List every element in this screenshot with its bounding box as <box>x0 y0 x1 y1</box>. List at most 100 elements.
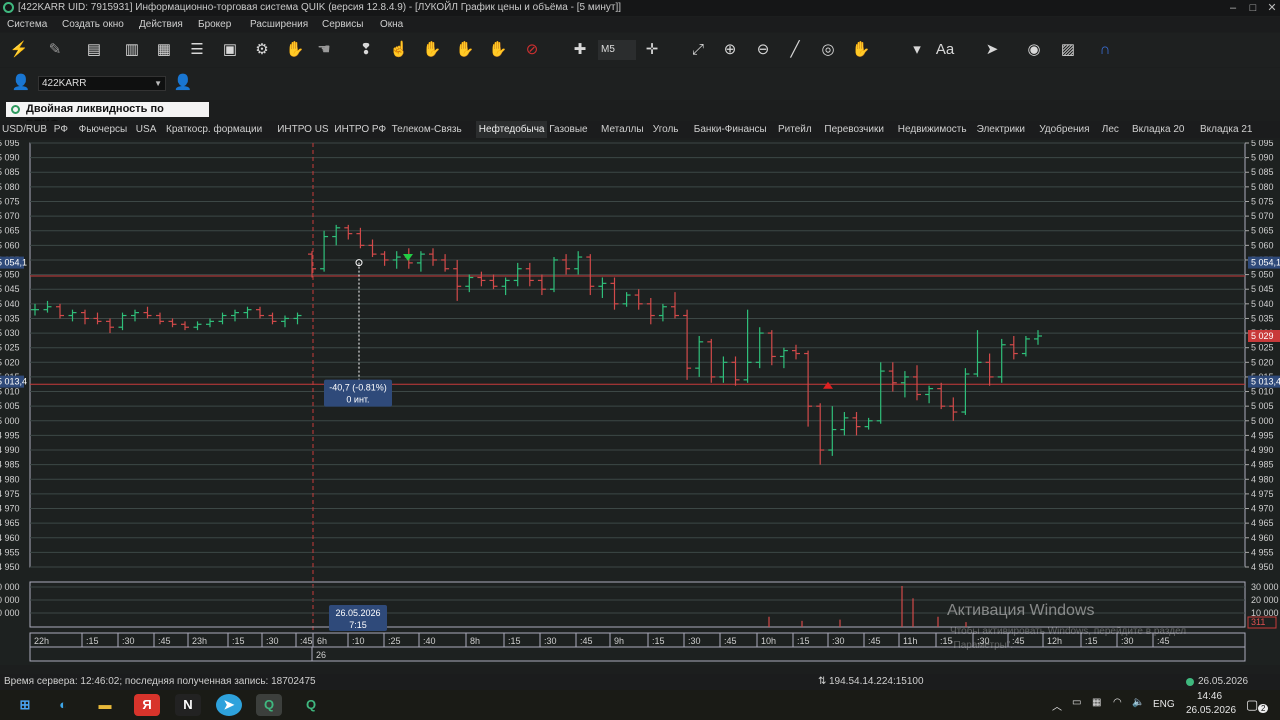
menu-actions[interactable]: Действия <box>139 17 183 32</box>
time-label: 11h <box>903 636 917 646</box>
tab-11[interactable]: Уголь <box>653 121 679 138</box>
price-label-right: 5 085 <box>1251 167 1274 177</box>
clock-date[interactable]: 26.05.2026 <box>1186 705 1236 716</box>
stop-icon[interactable]: ✋ <box>421 39 443 61</box>
menu-windows[interactable]: Окна <box>380 17 403 32</box>
tab-4[interactable]: Краткоср. формации <box>166 121 262 138</box>
tab-19[interactable]: Вкладка 20 <box>1132 121 1184 138</box>
tab-3[interactable]: USA <box>136 121 157 138</box>
new-table-icon[interactable]: ▤ <box>83 39 105 61</box>
menu-extensions[interactable]: Расширения <box>250 17 308 32</box>
menu-create-window[interactable]: Создать окно <box>62 17 124 32</box>
text-size-icon[interactable]: Aa <box>932 39 958 61</box>
start-icon[interactable]: ⊞ <box>12 694 38 716</box>
fullscreen-icon[interactable]: ⤢ <box>687 39 709 61</box>
tab-15[interactable]: Недвижимость <box>898 121 967 138</box>
chevron-down-icon[interactable]: ▾ <box>906 39 928 61</box>
volume-icon: 🔈 <box>1132 697 1145 708</box>
price-pane[interactable] <box>29 142 1246 568</box>
measure-change-label: -40,7 (-0.81%) <box>329 383 387 393</box>
volume-label-left: 0 000 <box>0 608 20 618</box>
tray-chevron-icon[interactable]: ︿ <box>1052 698 1062 713</box>
connect-icon[interactable]: ✎ <box>44 39 66 61</box>
sell-icon[interactable]: ☝ <box>388 39 410 61</box>
zoom-out-icon[interactable]: ⊖ <box>752 39 774 61</box>
quik-taskbar-icon-2[interactable]: Q <box>298 694 324 716</box>
pause-icon[interactable]: ✋ <box>454 39 476 61</box>
tab-20[interactable]: Вкладка 21 <box>1200 121 1252 138</box>
volume-label-left: 0 000 <box>0 582 20 592</box>
chart-area[interactable]: 5 095 5 095 5 090 5 090 5 085 5 085 5 080 5 080… <box>0 138 1280 665</box>
edge-icon[interactable]: ◐ <box>50 694 76 716</box>
menu-services[interactable]: Сервисы <box>322 17 363 32</box>
hand-icon[interactable]: ✋ <box>850 39 872 61</box>
chart-icon[interactable]: ▥ <box>121 39 143 61</box>
magnet-icon[interactable]: ∩ <box>1094 39 1116 61</box>
telegram-icon[interactable]: ➤ <box>216 694 242 716</box>
menu-system[interactable]: Система <box>7 17 47 32</box>
tab-17[interactable]: Удобрения <box>1039 121 1089 138</box>
minimize-button[interactable]: ‒ <box>1225 0 1241 16</box>
yandex-icon[interactable]: Я <box>134 694 160 716</box>
buy-signal-marker[interactable] <box>823 381 833 389</box>
tab-9[interactable]: Газовые <box>549 121 587 138</box>
clock-time[interactable]: 14:46 <box>1197 691 1222 702</box>
price-chart[interactable]: 5 095 5 095 5 090 5 090 5 085 5 085 5 080 5 080… <box>0 138 1280 665</box>
interval-select[interactable]: M5 <box>598 40 636 60</box>
price-badge-left-label: 5 054,1 <box>0 258 27 268</box>
tab-12[interactable]: Банки-Финансы <box>694 121 767 138</box>
price-label-left: 5 025 <box>0 343 20 353</box>
measure-start-point[interactable] <box>355 259 363 267</box>
notion-icon[interactable]: N <box>175 694 201 716</box>
ruler-icon[interactable]: ╱ <box>784 39 806 61</box>
price-label-right: 4 980 <box>1251 474 1274 484</box>
price-label-left: 4 965 <box>0 518 20 528</box>
grid-icon[interactable]: ▨ <box>1057 39 1079 61</box>
tab-8[interactable]: Нефтедобыча <box>475 121 548 138</box>
tab-18[interactable]: Лес <box>1102 121 1119 138</box>
price-badge-right-label: 5 013,4 <box>1251 377 1280 387</box>
notice-banner[interactable]: Двойная ликвидность по БПИФ... <box>6 102 209 130</box>
alert-icon[interactable]: ☚ <box>313 39 335 61</box>
settings-icon[interactable]: ⚙ <box>251 39 273 61</box>
close-button[interactable]: ✕ <box>1264 0 1280 16</box>
lock-icon[interactable]: ✋ <box>284 39 306 61</box>
account-select[interactable]: 422KARR ▼ <box>38 76 166 91</box>
tab-14[interactable]: Перевозчики <box>824 121 884 138</box>
target-icon[interactable]: ◎ <box>817 39 839 61</box>
explorer-icon[interactable]: ▬ <box>92 694 118 716</box>
tab-16[interactable]: Электрики <box>977 121 1025 138</box>
tab-0[interactable]: USD/RUB <box>2 121 47 138</box>
tab-2[interactable]: Фьючерсы <box>79 121 128 138</box>
tab-6[interactable]: ИНТРО РФ <box>334 121 386 138</box>
tab-1[interactable]: РФ <box>54 121 68 138</box>
price-label-left: 5 045 <box>0 284 20 294</box>
disconnect-icon[interactable]: ⚡ <box>8 39 30 61</box>
quik-taskbar-icon[interactable]: Q <box>256 694 282 716</box>
tab-10[interactable]: Металлы <box>601 121 644 138</box>
user-icon[interactable]: 👤 <box>10 72 32 94</box>
language-indicator[interactable]: ENG <box>1153 699 1175 710</box>
tab-5[interactable]: ИНТРО US <box>277 121 328 138</box>
price-label-right: 5 060 <box>1251 240 1274 250</box>
maximize-button[interactable]: □ <box>1245 0 1261 16</box>
price-label-right: 5 045 <box>1251 284 1274 294</box>
user-settings-icon[interactable]: 👤 <box>172 72 194 94</box>
price-label-left: 5 035 <box>0 313 20 323</box>
tab-13[interactable]: Ритейл <box>778 121 812 138</box>
cancel-order-icon[interactable]: ⊘ <box>521 39 543 61</box>
zoom-in-icon[interactable]: ⊕ <box>719 39 741 61</box>
eye-icon[interactable]: ◉ <box>1023 39 1045 61</box>
price-label-right: 5 075 <box>1251 196 1274 206</box>
tab-7[interactable]: Телеком-Связь <box>392 121 462 138</box>
buy-icon[interactable]: ❢ <box>355 39 377 61</box>
crosshair-icon[interactable]: ✛ <box>641 39 663 61</box>
add-instrument-icon[interactable]: ✚ <box>569 39 591 61</box>
table-icon[interactable]: ▦ <box>153 39 175 61</box>
menu-broker[interactable]: Брокер <box>198 17 231 32</box>
save-icon[interactable]: ▣ <box>219 39 241 61</box>
orders-icon[interactable]: ☰ <box>186 39 208 61</box>
draw-icon[interactable]: ➤ <box>981 39 1003 61</box>
notification-icon[interactable]: ▢ <box>1246 697 1258 713</box>
stop-order-icon[interactable]: ✋ <box>487 39 509 61</box>
